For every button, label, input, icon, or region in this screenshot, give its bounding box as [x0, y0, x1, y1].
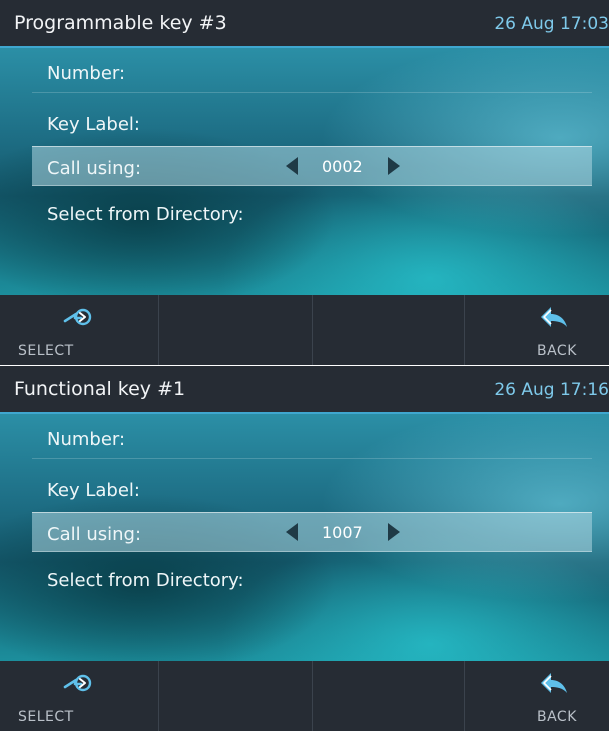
- back-softkey-label: BACK: [537, 343, 577, 359]
- arrow-left-icon[interactable]: [286, 157, 298, 175]
- key-label-field-row[interactable]: Key Label:: [32, 469, 592, 509]
- select-from-directory-label: Select from Directory:: [47, 570, 244, 591]
- softkey-bar: SELECT BACK: [0, 295, 609, 365]
- select-arrow-icon: [63, 308, 92, 326]
- phone-screen-functional-key: Functional key #1 26 Aug 17:16 Number: K…: [0, 366, 609, 731]
- back-softkey[interactable]: BACK: [464, 661, 609, 731]
- softkey-bar: SELECT BACK: [0, 661, 609, 731]
- call-using-selector-row[interactable]: Call using: 1007: [32, 512, 592, 552]
- back-softkey-label: BACK: [537, 709, 577, 725]
- empty-softkey-3[interactable]: [312, 661, 463, 731]
- screen-title: Programmable key #3: [14, 12, 227, 34]
- call-using-selector-row[interactable]: Call using: 0002: [32, 146, 592, 186]
- empty-softkey-3[interactable]: [312, 295, 463, 365]
- empty-softkey-2[interactable]: [158, 661, 309, 731]
- call-using-value: 0002: [322, 157, 363, 176]
- call-using-selector[interactable]: 1007: [286, 513, 426, 551]
- key-label-field-row[interactable]: Key Label:: [32, 103, 592, 143]
- select-softkey-label: SELECT: [18, 709, 74, 725]
- call-using-selector[interactable]: 0002: [286, 147, 426, 185]
- settings-list: Number: Key Label: Call using: 0002 Sele…: [0, 48, 609, 295]
- select-softkey[interactable]: SELECT: [0, 661, 151, 731]
- back-arrow-icon: [541, 673, 567, 693]
- settings-list: Number: Key Label: Call using: 1007 Sele…: [0, 414, 609, 661]
- arrow-right-icon[interactable]: [388, 523, 400, 541]
- key-label-field-label: Key Label:: [47, 480, 140, 501]
- arrow-left-icon[interactable]: [286, 523, 298, 541]
- number-field-row[interactable]: Number:: [32, 52, 592, 93]
- select-from-directory-row[interactable]: Select from Directory:: [32, 193, 592, 233]
- select-from-directory-row[interactable]: Select from Directory:: [32, 559, 592, 599]
- back-softkey[interactable]: BACK: [464, 295, 609, 365]
- date-time: 26 Aug 17:03: [494, 14, 609, 34]
- select-arrow-icon: [63, 674, 92, 692]
- select-softkey-label: SELECT: [18, 343, 74, 359]
- title-bar: Functional key #1 26 Aug 17:16: [0, 366, 609, 414]
- phone-screen-programmable-key: Programmable key #3 26 Aug 17:03 Number:…: [0, 0, 609, 365]
- date-time: 26 Aug 17:16: [494, 380, 609, 400]
- back-arrow-icon: [541, 307, 567, 327]
- select-softkey[interactable]: SELECT: [0, 295, 151, 365]
- key-label-field-label: Key Label:: [47, 114, 140, 135]
- select-from-directory-label: Select from Directory:: [47, 204, 244, 225]
- empty-softkey-2[interactable]: [158, 295, 309, 365]
- call-using-label: Call using:: [47, 158, 142, 179]
- call-using-label: Call using:: [47, 524, 142, 545]
- number-field-label: Number:: [47, 63, 126, 84]
- arrow-right-icon[interactable]: [388, 157, 400, 175]
- title-bar: Programmable key #3 26 Aug 17:03: [0, 0, 609, 48]
- number-field-label: Number:: [47, 429, 126, 450]
- number-field-row[interactable]: Number:: [32, 418, 592, 459]
- call-using-value: 1007: [322, 523, 363, 542]
- screen-title: Functional key #1: [14, 378, 186, 400]
